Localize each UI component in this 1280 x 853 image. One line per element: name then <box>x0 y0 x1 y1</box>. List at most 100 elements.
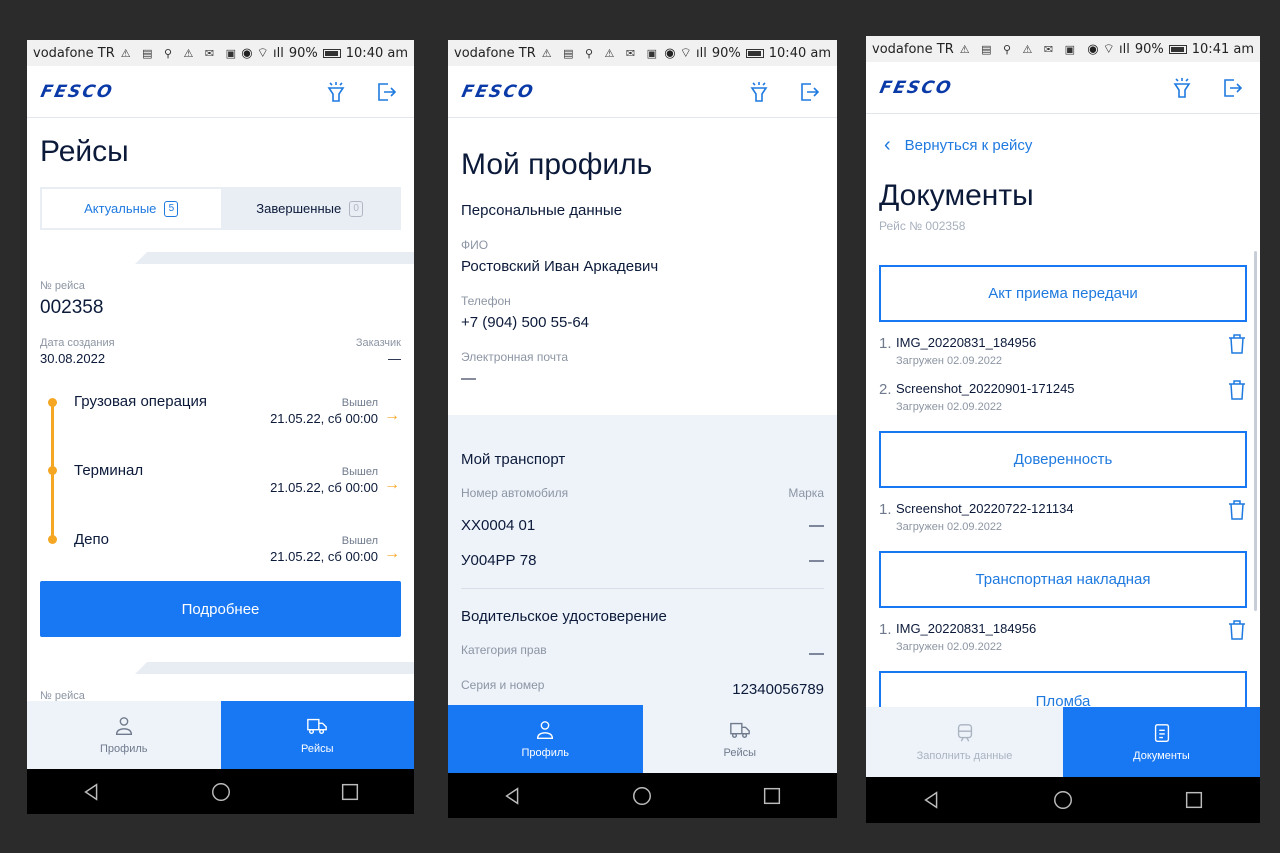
email-label: Электронная почта <box>461 350 569 364</box>
fio-value: Ростовский Иван Аркадевич <box>461 258 659 275</box>
file-name[interactable]: IMG_20220831_184956 <box>896 335 1036 350</box>
license-title: Водительское удостоверение <box>461 608 667 625</box>
tab-completed[interactable]: Завершенные 0 <box>221 189 400 228</box>
file-number: 1. <box>879 621 892 638</box>
page-title: Документы <box>879 179 1034 212</box>
file-name[interactable]: Screenshot_20220722-121134 <box>896 501 1074 516</box>
stop-date: 21.05.22, сб 00:00 <box>270 411 378 426</box>
stop-name: Терминал <box>74 462 144 479</box>
phone-value: +7 (904) 500 55-64 <box>461 314 590 331</box>
carrier-label: vodafone TR <box>454 45 536 61</box>
logout-icon[interactable] <box>1218 74 1246 102</box>
vehicle-brand: — <box>809 552 824 569</box>
trips-screen: vodafone TR ⚠ ▤ ⚲ ⚠ ✉ ▣ ◉ ⌔ ıll 90% 10:40 a… <box>27 40 414 814</box>
file-name[interactable]: IMG_20220831_184956 <box>896 621 1036 636</box>
home-icon[interactable] <box>631 785 653 807</box>
personal-data-title: Персональные данные <box>461 202 623 219</box>
timeline-dot <box>48 466 57 475</box>
file-item: 1. IMG_20220831_184956 Загружен 02.09.20… <box>879 619 1247 663</box>
fesco-logo[interactable]: FESCO <box>878 78 1148 98</box>
logout-icon[interactable] <box>795 78 823 106</box>
vehicle-plate: ХХ0004 01 <box>461 517 536 534</box>
tab-fill-data[interactable]: Заполнить данные <box>866 707 1063 777</box>
recents-icon[interactable] <box>339 781 361 803</box>
file-item: 2. Screenshot_20220901-171245 Загружен 0… <box>879 379 1247 423</box>
created-date: 30.08.2022 <box>40 351 106 366</box>
timeline-dot <box>48 398 57 407</box>
tab-completed-label: Завершенные <box>256 201 342 216</box>
truck-icon <box>729 722 750 739</box>
tab-trips[interactable]: Рейсы <box>220 701 414 769</box>
status-bar: vodafone TR ⚠ ▤ ⚲ ⚠ ✉ ▣ ◉ ⌔ ıll 90% 10:41 a… <box>866 36 1260 62</box>
brand-column-label: Марка <box>788 486 824 500</box>
home-icon[interactable] <box>1052 789 1074 811</box>
tab-trips[interactable]: Рейсы <box>642 705 837 773</box>
tab-current[interactable]: Актуальные 5 <box>42 189 221 228</box>
flashlight-icon[interactable] <box>745 78 773 106</box>
back-icon[interactable] <box>502 785 524 807</box>
doc-group-waybill[interactable]: Транспортная накладная <box>879 551 1247 608</box>
clock: 10:40 am <box>345 45 408 61</box>
fesco-logo[interactable]: FESCO <box>460 82 725 102</box>
signal-icons: ◉ ⌔ ıll <box>1087 42 1130 57</box>
phone-label: Телефон <box>461 294 511 308</box>
doc-group-power-of-attorney[interactable]: Доверенность <box>879 431 1247 488</box>
arrow-right-icon[interactable]: → <box>384 545 400 563</box>
app-header: FESCO <box>866 62 1260 114</box>
tab-fill-data-label: Заполнить данные <box>916 750 1013 762</box>
flashlight-icon[interactable] <box>1168 74 1196 102</box>
system-nav-bar <box>866 777 1260 823</box>
tab-trips-label: Рейсы <box>723 747 757 759</box>
home-icon[interactable] <box>210 781 232 803</box>
profile-screen: vodafone TR ⚠ ▤ ⚲ ⚠ ✉ ▣ ◉ ⌔ ıll 90% 10:40 a… <box>448 40 837 818</box>
logout-icon[interactable] <box>372 78 400 106</box>
arrow-right-icon[interactable]: → <box>384 407 400 425</box>
status-bar: vodafone TR ⚠ ▤ ⚲ ⚠ ✉ ▣ ◉ ⌔ ıll 90% 10:40 a… <box>27 40 414 66</box>
tab-documents-label: Документы <box>1133 750 1190 762</box>
details-button[interactable]: Подробнее <box>40 581 401 637</box>
trash-icon[interactable] <box>1227 333 1247 355</box>
back-icon[interactable] <box>81 781 103 803</box>
transport-title: Мой транспорт <box>461 451 566 468</box>
page-title: Рейсы <box>40 135 129 168</box>
tab-profile-label: Профиль <box>521 747 570 759</box>
signal-icons: ◉ ⌔ ıll <box>241 46 284 61</box>
tab-profile[interactable]: Профиль <box>448 705 643 773</box>
file-number: 1. <box>879 501 892 518</box>
stop-name: Грузовая операция <box>74 393 208 410</box>
file-date: Загружен 02.09.2022 <box>896 401 1003 413</box>
scrollbar[interactable] <box>1254 251 1257 611</box>
flashlight-icon[interactable] <box>322 78 350 106</box>
trash-icon[interactable] <box>1227 619 1247 641</box>
recents-icon[interactable] <box>761 785 783 807</box>
status-bar: vodafone TR ⚠ ▤ ⚲ ⚠ ✉ ▣ ◉ ⌔ ıll 90% 10:40 a… <box>448 40 837 66</box>
tab-current-label: Актуальные <box>84 201 157 216</box>
vehicle-plate: У004РР 78 <box>461 552 537 569</box>
email-value: — <box>461 370 476 387</box>
trip-subtitle: Рейс № 002358 <box>879 219 966 233</box>
arrow-right-icon[interactable]: → <box>384 476 400 494</box>
card-divider <box>27 252 414 264</box>
file-date: Загружен 02.09.2022 <box>896 355 1003 367</box>
back-to-trip-link[interactable]: ‹ Вернуться к рейсу <box>884 134 1032 157</box>
train-icon <box>957 724 972 742</box>
doc-group-transfer-act[interactable]: Акт приема передачи <box>879 265 1247 322</box>
recents-icon[interactable] <box>1183 789 1205 811</box>
battery-icon <box>322 48 341 58</box>
tab-documents[interactable]: Документы <box>1063 707 1260 777</box>
category-label: Категория прав <box>461 643 547 657</box>
back-icon[interactable] <box>921 789 943 811</box>
file-item: 1. IMG_20220831_184956 Загружен 02.09.20… <box>879 333 1247 377</box>
file-name[interactable]: Screenshot_20220901-171245 <box>896 381 1075 396</box>
battery-icon <box>1168 44 1187 54</box>
trash-icon[interactable] <box>1227 379 1247 401</box>
trip-number-label: № рейса <box>40 280 85 292</box>
carrier-label: vodafone TR <box>872 41 954 57</box>
clock: 10:40 am <box>768 45 831 61</box>
fesco-logo[interactable]: FESCO <box>39 82 302 102</box>
tab-profile[interactable]: Профиль <box>27 701 221 769</box>
trash-icon[interactable] <box>1227 499 1247 521</box>
file-number: 1. <box>879 335 892 352</box>
user-icon <box>115 717 132 735</box>
stop-date: 21.05.22, сб 00:00 <box>270 549 378 564</box>
